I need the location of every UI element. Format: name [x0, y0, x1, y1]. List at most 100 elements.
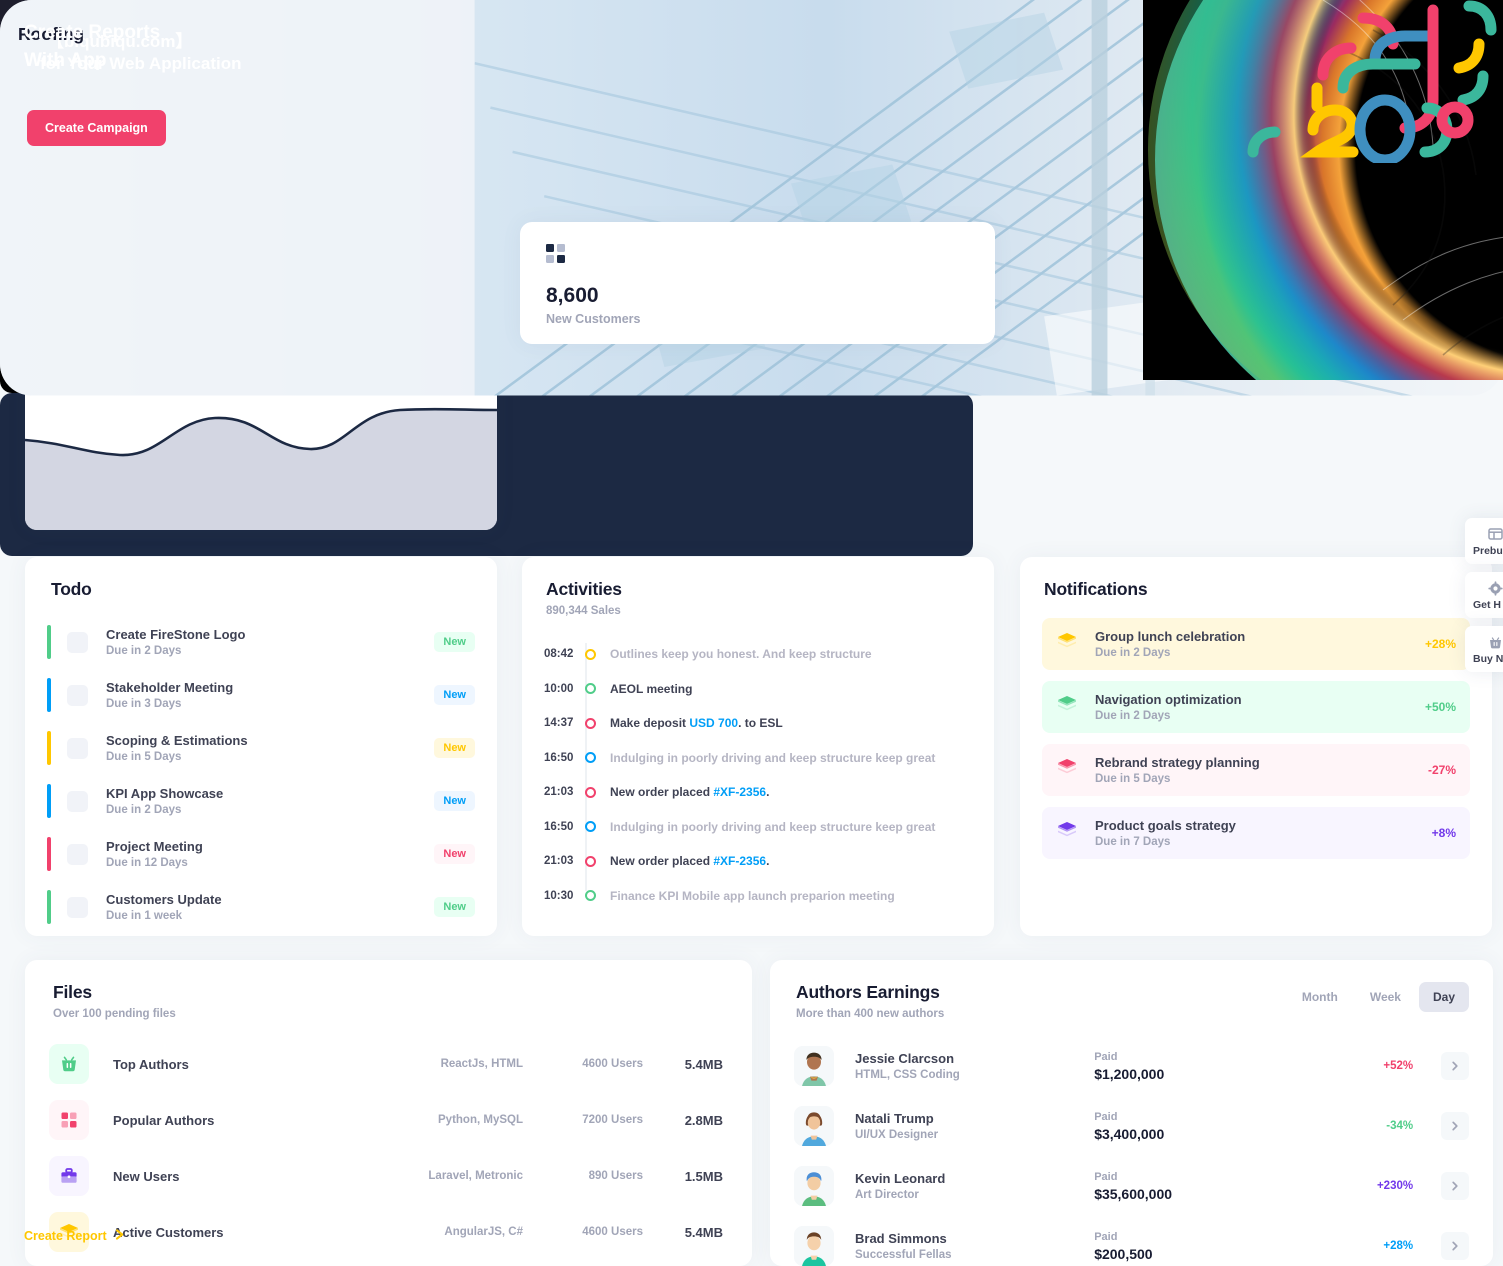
paid-label: Paid: [1094, 1170, 1118, 1183]
author-role: Art Director: [855, 1189, 919, 1201]
tab-week[interactable]: Week: [1356, 982, 1415, 1012]
activities-subtitle: 890,344 Sales: [546, 605, 621, 617]
table-row[interactable]: Brad Simmons Successful Fellas Paid $200…: [794, 1216, 1469, 1266]
timeline-dot: [585, 683, 596, 695]
chevron-right-icon[interactable]: [1441, 1052, 1469, 1080]
timeline-item[interactable]: 08:42 Outlines keep you honest. And keep…: [544, 637, 972, 672]
authors-earnings-card: Authors Earnings More than 400 new autho…: [770, 960, 1493, 1266]
list-item-text: KPI App Showcase Due in 2 Days: [106, 786, 434, 816]
table-row[interactable]: Top Authors ReactJs, HTML 4600 Users 5.4…: [49, 1036, 728, 1092]
notifications-card: Notifications Group lunch celebration Du…: [1020, 557, 1492, 936]
chevron-right-icon[interactable]: [1441, 1172, 1469, 1200]
list-item-title: Create FireStone Logo: [106, 627, 246, 642]
list-item[interactable]: Rebrand strategy planning Due in 5 Days …: [1042, 744, 1470, 796]
list-item[interactable]: Navigation optimization Due in 2 Days +5…: [1042, 681, 1470, 733]
grid-menu-icon[interactable]: [708, 982, 726, 998]
timeline-link[interactable]: #XF-2356: [713, 785, 766, 799]
dashboard-page: Max UX Designer Weekly Sales Stats 890,3…: [0, 0, 1503, 1266]
timeline-link[interactable]: #XF-2356: [713, 854, 766, 868]
author-name: Kevin Leonard: [855, 1171, 946, 1186]
timeline-link[interactable]: USD 700: [689, 716, 738, 730]
table-row[interactable]: [49, 1260, 728, 1266]
timeline-item[interactable]: 16:50 Indulging in poorly driving and ke…: [544, 741, 972, 776]
list-item[interactable]: Project Meeting Due in 12 Days New: [47, 832, 475, 876]
todo-checkbox[interactable]: [67, 737, 88, 759]
timeline-item[interactable]: 14:37 Make deposit USD 700. to ESL: [544, 706, 972, 741]
layout-icon: [1473, 527, 1503, 542]
todo-checkbox[interactable]: [67, 684, 88, 706]
timeline-time: 16:50: [544, 751, 574, 764]
accent-bar: [47, 784, 51, 818]
timeline-dot: [585, 752, 596, 764]
paid-value: $3,400,000: [1094, 1125, 1165, 1142]
buy-now-button[interactable]: Buy N: [1465, 626, 1503, 672]
author-info: Kevin Leonard Art Director: [855, 1171, 1094, 1201]
list-item[interactable]: Create FireStone Logo Due in 2 Days New: [47, 620, 475, 664]
timeline-item[interactable]: 10:30 Finance KPI Mobile app launch prep…: [544, 879, 972, 914]
get-help-button[interactable]: Get H: [1465, 572, 1503, 618]
buy-now-label: Buy N: [1473, 653, 1503, 665]
list-item-due: Due in 12 Days: [106, 857, 188, 869]
status-badge: New: [434, 685, 475, 705]
earnings-list: Jessie Clarcson HTML, CSS Coding Paid $1…: [770, 1020, 1493, 1266]
table-row[interactable]: Jessie Clarcson HTML, CSS Coding Paid $1…: [794, 1036, 1469, 1096]
list-item[interactable]: Stakeholder Meeting Due in 3 Days New: [47, 673, 475, 717]
list-item[interactable]: Group lunch celebration Due in 2 Days +2…: [1042, 618, 1470, 670]
prebuilt-label: Prebu: [1473, 545, 1503, 557]
timeline-item[interactable]: 21:03 New order placed #XF-2356.: [544, 844, 972, 879]
notifications-list: Group lunch celebration Due in 2 Days +2…: [1020, 600, 1492, 859]
table-row[interactable]: Popular Authors Python, MySQL 7200 Users…: [49, 1092, 728, 1148]
author-role: Successful Fellas: [855, 1249, 952, 1261]
list-item-due: Due in 5 Days: [106, 751, 182, 763]
chevron-right-icon[interactable]: [1441, 1112, 1469, 1140]
earnings-header: Authors Earnings More than 400 new autho…: [770, 960, 1493, 1020]
basket-icon: [49, 1044, 89, 1084]
list-item-title: Navigation optimization: [1095, 692, 1242, 707]
avatar: [794, 1226, 834, 1266]
timeline-text: Indulging in poorly driving and keep str…: [610, 819, 936, 834]
todo-card: Todo Create FireStone Logo Due in 2 Days…: [25, 557, 497, 936]
todo-checkbox[interactable]: [67, 790, 88, 812]
list-item-due: Due in 2 Days: [1095, 710, 1171, 722]
list-item[interactable]: Scoping & Estimations Due in 5 Days New: [47, 726, 475, 770]
files-header: Files Over 100 pending files: [25, 960, 752, 1020]
timeline-dot: [585, 821, 596, 833]
timeline-item[interactable]: 10:00 AEOL meeting: [544, 672, 972, 707]
grid-menu-icon[interactable]: [952, 579, 970, 595]
todo-checkbox[interactable]: [67, 843, 88, 865]
list-item[interactable]: KPI App Showcase Due in 2 Days New: [47, 779, 475, 823]
chevron-right-icon[interactable]: [1441, 1232, 1469, 1260]
file-size: 5.4MB: [684, 1224, 723, 1240]
new-customers-card: 8,600 New Customers: [520, 222, 995, 344]
list-item-due: Due in 2 Days: [106, 645, 182, 657]
list-item[interactable]: Customers Update Due in 1 week New: [47, 885, 475, 929]
sales-area-chart: [25, 407, 497, 530]
todo-checkbox[interactable]: [67, 631, 88, 653]
author-info: Jessie Clarcson HTML, CSS Coding: [855, 1051, 1094, 1081]
timeline-item[interactable]: 16:50 Indulging in poorly driving and ke…: [544, 810, 972, 845]
files-title: Files: [53, 982, 92, 1002]
file-name: Popular Authors: [113, 1112, 215, 1128]
file-name: Top Authors: [113, 1056, 189, 1072]
timeline-item[interactable]: 21:03 New order placed #XF-2356.: [544, 775, 972, 810]
file-size: 1.5MB: [684, 1168, 723, 1184]
grid-menu-icon[interactable]: [455, 579, 473, 595]
floating-toolbar: Prebu Get H Buy N: [1465, 518, 1503, 680]
percent-value: +28%: [1383, 1240, 1414, 1252]
timeline-time: 21:03: [544, 855, 574, 868]
tab-day[interactable]: Day: [1418, 982, 1469, 1012]
timeline-dot: [585, 890, 596, 902]
todo-checkbox[interactable]: [67, 896, 88, 918]
list-item-due: Due in 5 Days: [1095, 773, 1171, 785]
timeline-time: 08:42: [544, 648, 574, 661]
basket-icon: [1473, 635, 1503, 650]
table-row[interactable]: Natali Trump UI/UX Designer Paid $3,400,…: [794, 1096, 1469, 1156]
table-row[interactable]: Kevin Leonard Art Director Paid $35,600,…: [794, 1156, 1469, 1216]
prebuilt-button[interactable]: Prebu: [1465, 518, 1503, 564]
timeline-text-post: . to ESL: [738, 716, 783, 731]
table-row[interactable]: New Users Laravel, Metronic 890 Users 1.…: [49, 1148, 728, 1204]
accent-bar: [47, 678, 51, 712]
list-item[interactable]: Product goals strategy Due in 7 Days +8%: [1042, 807, 1470, 859]
tab-month[interactable]: Month: [1288, 982, 1352, 1012]
table-row[interactable]: Active Customers AngularJS, C# 4600 User…: [49, 1204, 728, 1260]
